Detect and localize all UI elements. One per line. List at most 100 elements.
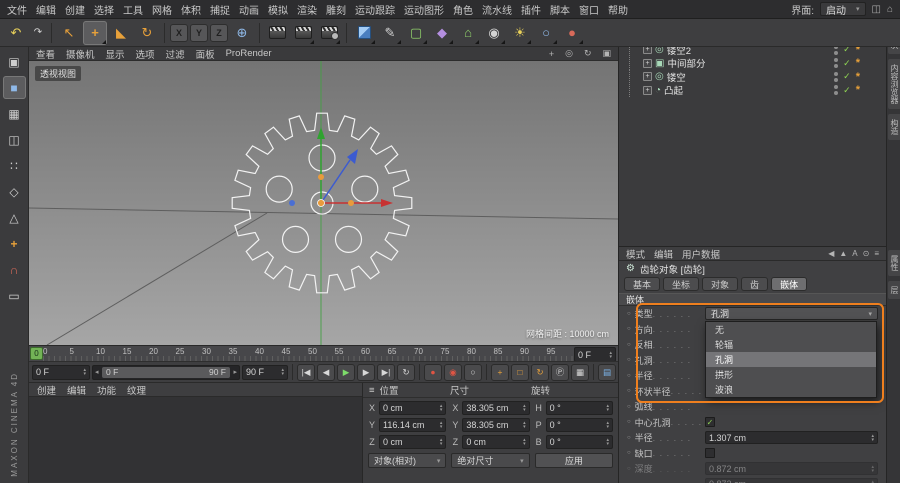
option-wave[interactable]: 波浪 xyxy=(706,382,876,397)
menu-character[interactable]: 角色 xyxy=(453,2,473,17)
move-tool-icon[interactable]: + xyxy=(83,20,107,45)
enabled-check-icon[interactable]: ✓ xyxy=(843,71,851,82)
material-icon[interactable]: ● xyxy=(560,21,584,45)
undo-icon[interactable]: ↶ xyxy=(4,21,28,45)
x-scale-handle[interactable] xyxy=(348,200,354,206)
rotate-view-icon[interactable]: ↻ xyxy=(584,48,592,59)
menu-create[interactable]: 创建 xyxy=(65,2,85,17)
render-picture-viewer-icon[interactable] xyxy=(291,21,315,45)
vp-menu-cameras[interactable]: 摄像机 xyxy=(66,47,95,61)
zoom-view-icon[interactable]: ◎ xyxy=(565,48,573,59)
visibility-dots[interactable] xyxy=(834,58,839,69)
rotation-h-field[interactable]: 0 ° ▴ ▾ xyxy=(545,401,613,415)
points-mode-icon[interactable]: ∷ xyxy=(3,154,26,177)
apply-button[interactable]: 应用 xyxy=(534,453,613,468)
frame-range-slider[interactable]: ◂ 0 F 90 F ▸ xyxy=(92,364,240,380)
size-mode-dropdown[interactable]: 绝对尺寸 ▾ xyxy=(451,453,530,468)
position-x-field[interactable]: 0 cm ▴ ▾ xyxy=(379,401,447,415)
option-spokes[interactable]: 轮辐 xyxy=(706,337,876,352)
edges-mode-icon[interactable]: ◇ xyxy=(3,180,26,203)
vp-menu-options[interactable]: 选项 xyxy=(136,47,155,61)
menu-sculpt[interactable]: 雕刻 xyxy=(326,2,346,17)
z-scale-handle[interactable] xyxy=(289,200,295,206)
size-y-field[interactable]: 38.305 cm ▴ ▾ xyxy=(462,418,530,432)
toggle-view-icon[interactable]: ▣ xyxy=(602,48,611,59)
stepper-icon[interactable]: ▴ ▾ xyxy=(83,368,86,377)
interface-dropdown[interactable]: 启动 ▾ xyxy=(819,2,866,17)
record-pla-toggle[interactable]: ▦ xyxy=(571,363,589,381)
pan-view-icon[interactable]: + xyxy=(549,49,554,59)
timeline-ruler[interactable]: 0 0 5 10 15 20 25 30 35 40 45 50 55 60 6… xyxy=(29,345,618,362)
nav-back-icon[interactable]: ◀ xyxy=(828,249,834,258)
x-axis-button[interactable]: X xyxy=(170,23,188,42)
model-mode-icon[interactable]: ■ xyxy=(2,76,26,99)
menu-mograph[interactable]: 运动图形 xyxy=(404,2,444,17)
dock-tab-attributes[interactable]: 属性 xyxy=(888,250,900,276)
menu-script[interactable]: 脚本 xyxy=(550,2,570,17)
target-icon[interactable]: ⊙ xyxy=(863,249,870,258)
range-end-field[interactable]: 90 F ▴ ▾ xyxy=(242,364,288,380)
menu-plugins[interactable]: 插件 xyxy=(521,2,541,17)
spline-tag-icon[interactable]: * xyxy=(856,71,860,82)
menu-file[interactable]: 文件 xyxy=(7,2,27,17)
home-icon[interactable]: ⌂ xyxy=(887,4,893,15)
workplane-mode-icon[interactable]: ◫ xyxy=(3,128,26,151)
keyframe-selection-button[interactable]: ○ xyxy=(464,363,482,381)
visibility-dots[interactable] xyxy=(834,71,839,82)
object-row-bump[interactable]: + ◔ 凸起 ✓ * xyxy=(619,83,886,97)
record-rotation-toggle[interactable]: ↻ xyxy=(531,363,549,381)
menu-snap[interactable]: 捕捉 xyxy=(210,2,230,17)
live-selection-icon[interactable]: ↖ xyxy=(57,21,81,45)
redo-icon[interactable]: ↷ xyxy=(30,21,46,45)
option-arch[interactable]: 拱形 xyxy=(706,367,876,382)
menu-volume[interactable]: 体积 xyxy=(181,2,201,17)
gizmo-center-handle[interactable] xyxy=(317,199,325,207)
inlay-section-header[interactable]: 嵌体 xyxy=(619,293,886,306)
x-axis-arrow[interactable] xyxy=(381,199,393,207)
workplane-lock-icon[interactable]: ▭ xyxy=(3,284,26,307)
viewport-scene[interactable] xyxy=(29,61,618,345)
coordinate-mode-dropdown[interactable]: 对象(相对) ▾ xyxy=(368,453,447,468)
stepper-icon[interactable]: ▴ ▾ xyxy=(871,433,874,442)
visibility-dots[interactable] xyxy=(834,85,839,96)
stepper-icon[interactable]: ▴ ▾ xyxy=(609,350,612,359)
autokey-button[interactable]: ◉ xyxy=(444,363,462,381)
option-holes[interactable]: 孔洞 xyxy=(706,352,876,367)
dock-tab-structure[interactable]: 构造 xyxy=(888,114,900,140)
expand-icon[interactable]: + xyxy=(643,72,652,82)
menu-select[interactable]: 选择 xyxy=(94,2,114,17)
spline-tag-icon[interactable]: * xyxy=(856,85,860,96)
rotation-b-field[interactable]: 0 ° ▴ ▾ xyxy=(545,435,613,449)
add-cube-icon[interactable] xyxy=(352,21,376,45)
make-editable-icon[interactable]: ▣ xyxy=(3,50,26,73)
range-start-field[interactable]: 0 F ▴ ▾ xyxy=(32,364,90,380)
frame-range-thumb[interactable]: 0 F 90 F xyxy=(102,366,230,378)
mat-menu-create[interactable]: 创建 xyxy=(37,383,56,397)
dock-tab-layers[interactable]: 层 xyxy=(888,281,900,299)
mat-menu-function[interactable]: 功能 xyxy=(97,383,116,397)
next-frame-button[interactable]: ▶ xyxy=(357,363,375,381)
deformer-icon[interactable]: ◆ xyxy=(430,21,454,45)
spline-tag-icon[interactable]: * xyxy=(856,58,860,69)
record-scale-toggle[interactable]: □ xyxy=(511,363,529,381)
mat-menu-texture[interactable]: 纹理 xyxy=(127,383,146,397)
view-label[interactable]: 透视视图 xyxy=(35,66,82,81)
prev-frame-button[interactable]: ◀ xyxy=(317,363,335,381)
menu-window[interactable]: 窗口 xyxy=(579,2,599,17)
enabled-check-icon[interactable]: ✓ xyxy=(843,85,851,96)
vp-menu-panel[interactable]: 面板 xyxy=(196,47,215,61)
y-axis-arrow[interactable] xyxy=(317,127,325,139)
goto-start-button[interactable]: |◀ xyxy=(297,363,315,381)
tab-teeth[interactable]: 齿 xyxy=(741,277,769,291)
layout-icon[interactable]: ◫ xyxy=(872,4,881,15)
text-mode-icon[interactable]: A xyxy=(852,249,857,258)
render-view-icon[interactable] xyxy=(265,21,289,45)
position-y-field[interactable]: 116.14 cm ▴ ▾ xyxy=(379,418,447,432)
am-menu-userdata[interactable]: 用户数据 xyxy=(682,247,720,261)
axis-gizmo[interactable] xyxy=(289,127,393,207)
size-z-field[interactable]: 0 cm ▴ ▾ xyxy=(462,435,530,449)
tab-coordinates[interactable]: 坐标 xyxy=(663,277,700,291)
z-axis-button[interactable]: Z xyxy=(210,23,228,42)
playhead-marker[interactable]: 0 xyxy=(30,347,43,360)
size-x-field[interactable]: 38.305 cm ▴ ▾ xyxy=(462,401,530,415)
